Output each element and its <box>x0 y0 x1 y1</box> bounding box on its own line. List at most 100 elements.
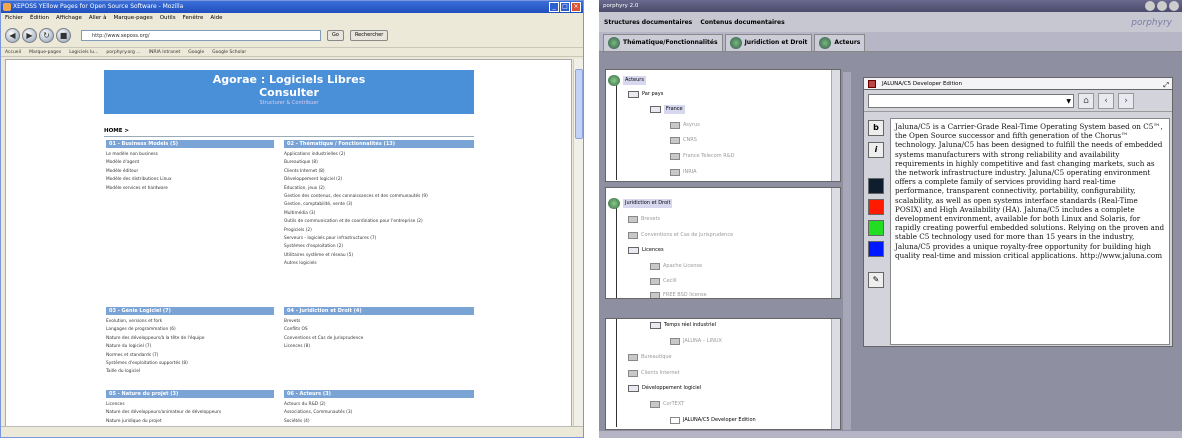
list-item[interactable]: Gestion des contenus, des connaissances … <box>284 193 474 201</box>
color-swatch-blue[interactable] <box>868 241 884 257</box>
color-swatch-green[interactable] <box>868 220 884 236</box>
list-item[interactable]: Licences (8) <box>284 343 474 351</box>
tree-node[interactable]: JALUNA – LINUX <box>670 337 722 346</box>
tab-thematique[interactable]: Thématique/Fonctionnalités <box>603 34 723 52</box>
back-button[interactable]: ◀ <box>5 27 20 43</box>
list-item[interactable]: Conflits OS <box>284 326 474 334</box>
list-item[interactable]: Bureautique (8) <box>284 159 474 167</box>
tree-scrollbar[interactable] <box>831 188 840 298</box>
list-item[interactable]: Licences <box>106 401 274 409</box>
list-item[interactable]: Modèle des distributions Linux <box>106 176 274 184</box>
list-item[interactable]: Nature du logiciel (7) <box>106 343 274 351</box>
tree-node[interactable]: Brevets <box>628 215 660 224</box>
list-item[interactable]: Utilitaires système et réseau (5) <box>284 252 474 260</box>
tree-node[interactable]: Développement logiciel <box>628 384 701 393</box>
list-item[interactable]: Gestion, comptabilité, vente (3) <box>284 201 474 209</box>
minimize-button[interactable] <box>1145 1 1155 11</box>
menu-edition[interactable]: Édition <box>30 13 49 23</box>
expand-icon[interactable]: ⤢ <box>1163 79 1169 91</box>
list-item[interactable]: Brevets <box>284 318 474 326</box>
tree-node[interactable]: FREE BSD license <box>650 291 707 298</box>
list-item[interactable]: Sociétés (4) <box>284 418 474 426</box>
tree-node[interactable]: INRIA <box>670 168 697 177</box>
vertical-scrollbar[interactable] <box>573 59 583 427</box>
scrollbar-thumb[interactable] <box>575 69 583 139</box>
tree-node[interactable]: Acteurs <box>608 75 646 86</box>
bookmark-item[interactable]: Marque-pages <box>29 48 61 56</box>
maximize-button[interactable]: □ <box>560 2 570 12</box>
close-button[interactable]: × <box>571 2 581 12</box>
list-item[interactable]: Clients Internet (8) <box>284 168 474 176</box>
list-item[interactable]: Associations, Communautés (3) <box>284 409 474 417</box>
menu-fenetre[interactable]: Fenêtre <box>183 13 204 23</box>
list-item[interactable]: Développement logiciel (2) <box>284 176 474 184</box>
bookmark-item[interactable]: Logiciels lu... <box>69 48 98 56</box>
bookmark-item[interactable]: Accueil <box>5 48 21 56</box>
bold-button[interactable]: b <box>868 120 884 136</box>
tree-node[interactable]: Asyrus <box>670 121 700 130</box>
tree-node[interactable]: Juridiction et Droit <box>608 198 673 209</box>
tree-node[interactable]: France Telecom R&D <box>670 152 734 161</box>
menu-contenus[interactable]: Contenus documentaires <box>700 19 784 26</box>
list-item[interactable]: Nature des développeurs/à la tête de l'é… <box>106 335 274 343</box>
url-input[interactable]: http://www.xeposs.org/ <box>81 29 321 41</box>
previous-icon[interactable]: ‹ <box>1098 92 1114 109</box>
forward-button[interactable]: ▶ <box>22 27 37 43</box>
section-heading[interactable]: 04 - Juridiction et Droit (4) <box>284 307 474 315</box>
list-item[interactable]: Progiciels (2) <box>284 227 474 235</box>
menu-aide[interactable]: Aide <box>210 13 222 23</box>
bookmark-item[interactable]: Google <box>188 48 204 56</box>
tab-juridiction[interactable]: Juridiction et Droit <box>724 34 813 52</box>
bookmark-item[interactable]: porphyry.org ... <box>106 48 140 56</box>
maximize-button[interactable] <box>1157 1 1167 11</box>
next-icon[interactable]: › <box>1118 92 1134 109</box>
tab-acteurs[interactable]: Acteurs <box>814 34 866 52</box>
list-item[interactable]: Systèmes d'exploitation (2) <box>284 243 474 251</box>
list-item[interactable]: Conventions et Cas de Jurisprudence <box>284 335 474 343</box>
section-heading[interactable]: 01 - Business Models (5) <box>106 140 274 148</box>
list-item[interactable]: Autres logiciels <box>284 260 474 268</box>
list-item[interactable]: Outils de communication et de coordinati… <box>284 218 474 226</box>
document-text[interactable]: Jaluna/C5 is a Carrier-Grade Real-Time O… <box>890 118 1170 345</box>
tree-scrollbar[interactable] <box>831 70 840 181</box>
color-swatch-red[interactable] <box>868 199 884 215</box>
bookmark-item[interactable]: Google Scholar <box>212 48 246 56</box>
menu-outils[interactable]: Outils <box>160 13 176 23</box>
reload-button[interactable]: ↻ <box>39 27 54 43</box>
list-item[interactable]: Normes et standards (7) <box>106 352 274 360</box>
list-item[interactable]: Applications industrielles (2) <box>284 151 474 159</box>
tree-node[interactable]: Par pays <box>628 90 663 99</box>
list-item[interactable]: Langages de programmation (6) <box>106 326 274 334</box>
banner-links[interactable]: Structurer & Contribuer <box>104 99 474 107</box>
tree-node[interactable]: Cecill <box>650 277 676 286</box>
tree-node[interactable]: Clients Internet <box>628 369 680 378</box>
section-heading[interactable]: 02 - Thématique / Fonctionnalités (13) <box>284 140 474 148</box>
list-item[interactable]: Modèle d'agent <box>106 159 274 167</box>
section-heading[interactable]: 03 - Génie Logiciel (7) <box>106 307 274 315</box>
tree-node[interactable]: CNRS <box>670 136 697 145</box>
close-button[interactable] <box>1169 1 1179 11</box>
section-heading[interactable]: 05 - Nature du projet (3) <box>106 390 274 398</box>
menu-aller[interactable]: Aller à <box>89 13 107 23</box>
minimize-button[interactable]: _ <box>549 2 559 12</box>
list-item[interactable]: Systèmes d'exploitation supportés (8) <box>106 360 274 368</box>
section-heading[interactable]: 06 - Acteurs (3) <box>284 390 474 398</box>
home-icon[interactable]: ⌂ <box>1078 92 1094 109</box>
go-button[interactable]: Go <box>327 29 344 41</box>
color-swatch-black[interactable] <box>868 178 884 194</box>
list-item[interactable]: Modèle éditeur <box>106 168 274 176</box>
tree-node[interactable]: CorTEXT <box>650 400 684 409</box>
list-item[interactable]: Serveurs - logiciels pour infrastructure… <box>284 235 474 243</box>
italic-button[interactable]: i <box>868 142 884 158</box>
menu-affichage[interactable]: Affichage <box>56 13 82 23</box>
menu-fichier[interactable]: Fichier <box>5 13 23 23</box>
tree-scrollbar[interactable] <box>831 319 840 429</box>
menu-structures[interactable]: Structures documentaires <box>604 19 692 26</box>
list-item[interactable]: Nature juridique du projet <box>106 418 274 426</box>
tree-node[interactable]: Apache License <box>650 262 702 271</box>
tree-node[interactable]: France <box>650 105 685 114</box>
edit-icon[interactable]: ✎ <box>868 272 884 288</box>
list-item[interactable]: Éducation, jeux (2) <box>284 185 474 193</box>
list-item[interactable]: Nature des développeurs/animateur de dév… <box>106 409 274 417</box>
list-item[interactable]: Évolution, versions et fork <box>106 318 274 326</box>
